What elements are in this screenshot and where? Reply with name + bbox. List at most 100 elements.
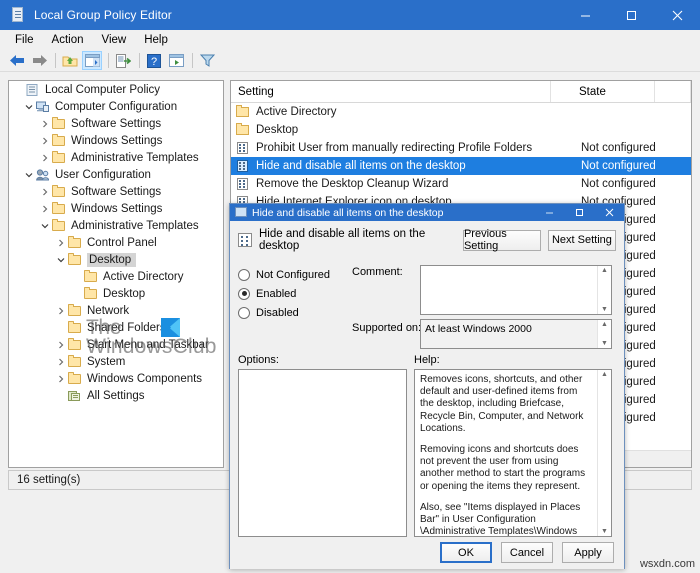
- tree-item-computer-configuration[interactable]: Computer Configuration: [9, 98, 223, 115]
- tree-item-label: Administrative Templates: [71, 152, 205, 164]
- options-panel[interactable]: [238, 369, 407, 537]
- tree-item-system[interactable]: System: [9, 353, 223, 370]
- filter-icon[interactable]: [197, 51, 217, 70]
- tree-item-label: Computer Configuration: [55, 101, 183, 113]
- menu-view[interactable]: View: [93, 31, 136, 49]
- tree-item-user-windows-settings[interactable]: Windows Settings: [9, 200, 223, 217]
- scroll-up-icon[interactable]: ▲: [601, 370, 608, 379]
- up-one-level-icon[interactable]: [60, 51, 80, 70]
- radio-disabled[interactable]: Disabled: [238, 303, 348, 322]
- dialog-maximize-icon[interactable]: [564, 204, 594, 221]
- dialog-footer: OK Cancel Apply: [230, 542, 626, 563]
- tree-item-user-software-settings[interactable]: Software Settings: [9, 183, 223, 200]
- list-item[interactable]: Prohibit User from manually redirecting …: [231, 139, 691, 157]
- chevron-right-icon[interactable]: [39, 183, 51, 200]
- help-scrollbar[interactable]: ▲ ▼: [597, 370, 611, 536]
- chevron-right-icon[interactable]: [55, 336, 67, 353]
- dialog-close-icon[interactable]: [594, 204, 624, 221]
- chevron-right-icon[interactable]: [55, 234, 67, 251]
- supported-on-field[interactable]: At least Windows 2000 ▲ ▼: [420, 319, 612, 349]
- tree-item-network[interactable]: Network: [9, 302, 223, 319]
- comment-label: Comment:: [352, 266, 403, 278]
- tree-item-desktop[interactable]: Desktop: [9, 251, 223, 268]
- tree-item-label: Active Directory: [103, 271, 190, 283]
- next-setting-button[interactable]: Next Setting: [548, 230, 616, 251]
- scroll-down-icon[interactable]: ▼: [601, 527, 608, 536]
- radio-not-configured[interactable]: Not Configured: [238, 265, 348, 284]
- tree-item-label: Network: [87, 305, 135, 317]
- list-item-selected[interactable]: Hide and disable all items on the deskto…: [231, 157, 691, 175]
- cancel-button[interactable]: Cancel: [501, 542, 553, 563]
- column-header-state[interactable]: State: [551, 81, 655, 102]
- folder-icon: [51, 134, 67, 148]
- scroll-up-icon[interactable]: ▲: [601, 320, 608, 329]
- ok-button[interactable]: OK: [440, 542, 492, 563]
- tree-item-label: Desktop: [87, 253, 136, 267]
- tree-item-user-administrative-templates[interactable]: Administrative Templates: [9, 217, 223, 234]
- scroll-down-icon[interactable]: ▼: [601, 339, 608, 348]
- scroll-up-icon[interactable]: ▲: [601, 266, 608, 275]
- forward-icon[interactable]: [29, 51, 49, 70]
- chevron-down-icon[interactable]: [23, 98, 35, 115]
- list-item[interactable]: Desktop: [231, 121, 691, 139]
- help-icon[interactable]: ?: [144, 51, 164, 70]
- tree-item-label: Windows Settings: [71, 135, 168, 147]
- tree-item-computer-windows-settings[interactable]: Windows Settings: [9, 132, 223, 149]
- chevron-right-icon[interactable]: [55, 353, 67, 370]
- tree-item-user-configuration[interactable]: User Configuration: [9, 166, 223, 183]
- tree-item-start-menu-and-taskbar[interactable]: Start Menu and Taskbar: [9, 336, 223, 353]
- dialog-body: Hide and disable all items on the deskto…: [230, 221, 624, 569]
- menu-file[interactable]: File: [6, 31, 43, 49]
- list-item-name: Desktop: [256, 124, 553, 136]
- chevron-right-icon[interactable]: [55, 302, 67, 319]
- tree-item-active-directory[interactable]: Active Directory: [9, 268, 223, 285]
- chevron-down-icon[interactable]: [39, 217, 51, 234]
- column-header-setting[interactable]: Setting: [231, 81, 551, 102]
- chevron-right-icon[interactable]: [39, 132, 51, 149]
- tree-item-local-computer-policy[interactable]: Local Computer Policy: [9, 81, 223, 98]
- show-hide-console-tree-icon[interactable]: [82, 51, 102, 70]
- chevron-down-icon[interactable]: [23, 166, 35, 183]
- scroll-down-icon[interactable]: ▼: [601, 305, 608, 314]
- supported-scrollbar[interactable]: ▲ ▼: [597, 320, 611, 348]
- tree-item-label: Desktop: [103, 288, 151, 300]
- tree-item-label: All Settings: [87, 390, 151, 402]
- column-header-comment[interactable]: [655, 81, 691, 102]
- apply-button[interactable]: Apply: [562, 542, 614, 563]
- list-item[interactable]: Active Directory: [231, 103, 691, 121]
- list-item-name: Remove the Desktop Cleanup Wizard: [256, 178, 553, 190]
- comment-scrollbar[interactable]: ▲ ▼: [597, 266, 611, 314]
- back-icon[interactable]: [7, 51, 27, 70]
- chevron-right-icon[interactable]: [39, 149, 51, 166]
- export-list-icon[interactable]: [113, 51, 133, 70]
- chevron-down-icon[interactable]: [55, 251, 67, 268]
- comment-textarea[interactable]: ▲ ▼: [420, 265, 612, 315]
- user-icon: [35, 168, 51, 182]
- chevron-right-icon[interactable]: [39, 115, 51, 132]
- chevron-right-icon[interactable]: [55, 370, 67, 387]
- maximize-icon[interactable]: [608, 0, 654, 30]
- tree-item-label: Start Menu and Taskbar: [87, 339, 215, 351]
- console-tree-pane[interactable]: Local Computer Policy Computer Configura…: [8, 80, 224, 468]
- minimize-icon[interactable]: [562, 0, 608, 30]
- folder-icon: [83, 287, 99, 301]
- radio-enabled[interactable]: Enabled: [238, 284, 348, 303]
- chevron-right-icon[interactable]: [39, 200, 51, 217]
- dialog-minimize-icon[interactable]: [534, 204, 564, 221]
- close-icon[interactable]: [654, 0, 700, 30]
- menu-help[interactable]: Help: [135, 31, 177, 49]
- tree-item-desktop-child[interactable]: Desktop: [9, 285, 223, 302]
- tree-item-control-panel[interactable]: Control Panel: [9, 234, 223, 251]
- tree-item-computer-administrative-templates[interactable]: Administrative Templates: [9, 149, 223, 166]
- tree-item-shared-folders[interactable]: Shared Folders: [9, 319, 223, 336]
- menu-action[interactable]: Action: [43, 31, 93, 49]
- list-item[interactable]: Remove the Desktop Cleanup Wizard Not co…: [231, 175, 691, 193]
- tree-item-computer-software-settings[interactable]: Software Settings: [9, 115, 223, 132]
- tree-item-all-settings[interactable]: All Settings: [9, 387, 223, 404]
- properties-icon[interactable]: [166, 51, 186, 70]
- radio-label: Disabled: [256, 307, 299, 319]
- computer-icon: [35, 100, 51, 114]
- help-panel[interactable]: Removes icons, shortcuts, and other defa…: [414, 369, 612, 537]
- tree-item-windows-components[interactable]: Windows Components: [9, 370, 223, 387]
- previous-setting-button[interactable]: Previous Setting: [463, 230, 541, 251]
